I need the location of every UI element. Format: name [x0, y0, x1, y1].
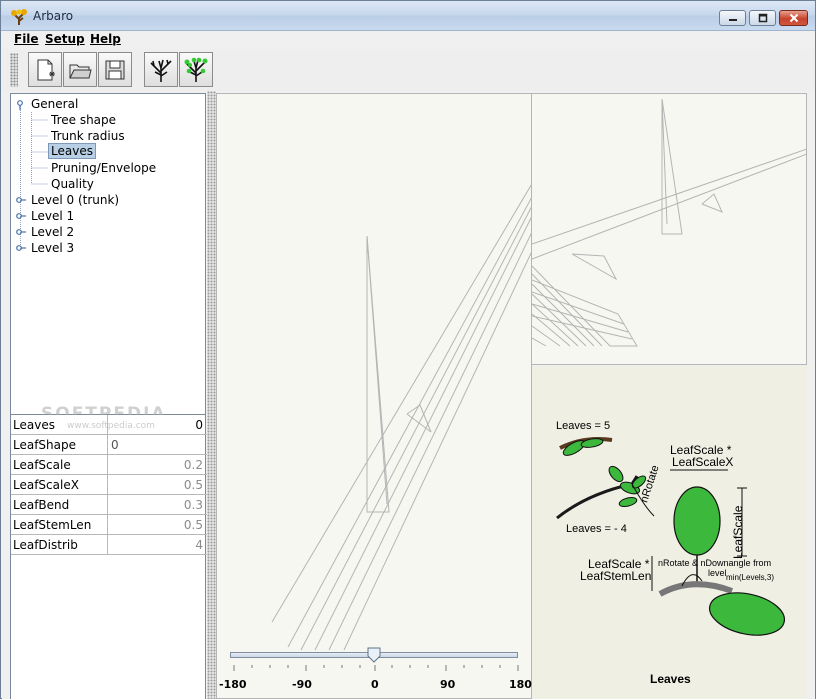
param-value[interactable]: 0.2 — [109, 455, 206, 475]
label-leafscale-x-2: LeafScaleX — [672, 455, 733, 469]
table-row[interactable]: LeafStemLen 0.5 — [11, 515, 207, 535]
tree-collapsed-icon[interactable] — [16, 227, 26, 237]
tree-collapsed-icon[interactable] — [16, 211, 26, 221]
tree-wireframe-side — [531, 98, 808, 347]
leaves-help-diagram: Leaves = 5 Leaves = - 4 nRotate LeafScal… — [532, 366, 807, 699]
tree-wireframe-main — [271, 181, 534, 651]
label-stemlen-2: LeafStemLen — [580, 569, 651, 583]
table-row[interactable]: LeafDistrib 4 — [11, 535, 207, 555]
param-name: LeafShape — [11, 435, 108, 455]
tree-leaves-render-icon — [184, 57, 208, 82]
label-downangle-3: min(Levels,3) — [726, 573, 774, 582]
slider-tick-label: 180 — [509, 678, 532, 691]
new-file-icon — [37, 59, 55, 80]
parameter-table: Leaves 0 LeafShape 0 LeafScale 0.2 LeafS… — [10, 415, 207, 699]
label-downangle-1: nRotate & nDownangle from — [658, 558, 771, 568]
table-row[interactable]: LeafShape 0 — [11, 435, 207, 455]
slider-ticks — [233, 665, 519, 671]
arbaro-tree-icon — [11, 9, 27, 25]
main-content: General Tree shape Trunk radius Leaves P… — [2, 91, 815, 699]
menu-setup[interactable]: Setup — [45, 32, 85, 46]
slider-tick-label: -90 — [292, 678, 312, 691]
label-downangle-2: level — [708, 568, 727, 578]
save-button[interactable] — [98, 52, 132, 87]
tree-node-level-0[interactable]: Level 0 (trunk) — [31, 193, 119, 208]
tree-collapsed-icon[interactable] — [16, 195, 26, 205]
new-file-button[interactable] — [28, 52, 62, 87]
close-button[interactable] — [779, 10, 808, 26]
parameter-tree[interactable]: General Tree shape Trunk radius Leaves P… — [10, 93, 206, 424]
table-row[interactable]: LeafBend 0.3 — [11, 495, 207, 515]
param-name: LeafBend — [11, 495, 108, 515]
tree-node-trunk-radius[interactable]: Trunk radius — [51, 129, 125, 144]
toolbar-grip[interactable] — [10, 53, 18, 87]
maximize-icon — [758, 13, 767, 23]
label-leafscale: LeafScale — [731, 505, 745, 559]
softpedia-url-watermark: www.softpedia.com — [67, 421, 155, 431]
param-value[interactable]: 0 — [109, 435, 206, 455]
param-name: LeafDistrib — [11, 535, 108, 555]
tree-render-icon — [150, 59, 172, 82]
open-file-button[interactable] — [63, 52, 97, 87]
tree-node-quality[interactable]: Quality — [51, 177, 94, 192]
menu-file[interactable]: File — [14, 32, 39, 46]
split-pane-divider[interactable] — [207, 91, 216, 699]
tree-node-tree-shape[interactable]: Tree shape — [51, 113, 116, 128]
tree-node-general[interactable]: General — [31, 97, 78, 112]
menu-bar: File Setup Help — [2, 31, 815, 49]
close-icon — [789, 13, 798, 23]
param-name: LeafScaleX — [11, 475, 108, 495]
tree-node-leaves[interactable]: Leaves — [48, 143, 96, 159]
slider-tick-label: 90 — [440, 678, 456, 691]
leaves-diagram-drawing: Leaves = 5 Leaves = - 4 nRotate LeafScal… — [556, 420, 786, 686]
title-bar[interactable]: Arbaro — [1, 1, 815, 31]
tree-node-level-1[interactable]: Level 1 — [31, 209, 74, 224]
param-name: LeafScale — [11, 455, 108, 475]
menu-help[interactable]: Help — [90, 32, 121, 46]
open-folder-icon — [69, 64, 92, 78]
label-leaves-neg: Leaves = - 4 — [566, 523, 627, 535]
toolbar — [2, 49, 815, 91]
tree-preview-side[interactable] — [531, 93, 808, 365]
rotation-slider[interactable]: -180 -90 0 90 180 — [219, 647, 532, 695]
window-title: Arbaro — [33, 9, 74, 23]
label-leaves-eq: Leaves = 5 — [556, 420, 610, 432]
slider-tick-label: 0 — [371, 678, 379, 691]
tree-expanded-icon[interactable] — [16, 100, 26, 110]
minimize-button[interactable] — [719, 10, 746, 26]
app-window: Arbaro File Setup Help General Tree shap… — [0, 0, 816, 699]
tree-node-pruning-envelope[interactable]: Pruning/Envelope — [51, 161, 156, 176]
minimize-icon — [728, 19, 737, 21]
param-name: LeafStemLen — [11, 515, 108, 535]
table-row[interactable]: LeafScaleX 0.5 — [11, 475, 207, 495]
render-leaves-button[interactable] — [179, 52, 213, 87]
maximize-button[interactable] — [749, 10, 776, 26]
tree-preview-main[interactable] — [216, 93, 534, 699]
tree-node-level-3[interactable]: Level 3 — [31, 241, 74, 256]
param-value[interactable]: 4 — [109, 535, 206, 555]
param-value[interactable]: 0.5 — [109, 475, 206, 495]
tree-collapsed-icon[interactable] — [16, 243, 26, 253]
table-row[interactable]: LeafScale 0.2 — [11, 455, 207, 475]
save-disk-icon — [105, 60, 125, 79]
slider-tick-label: -180 — [219, 678, 247, 691]
param-value[interactable]: 0.5 — [109, 515, 206, 535]
render-tree-button[interactable] — [144, 52, 178, 87]
diagram-caption: Leaves — [650, 672, 691, 686]
slider-thumb[interactable] — [367, 647, 381, 663]
param-value[interactable]: 0.3 — [109, 495, 206, 515]
tree-node-level-2[interactable]: Level 2 — [31, 225, 74, 240]
